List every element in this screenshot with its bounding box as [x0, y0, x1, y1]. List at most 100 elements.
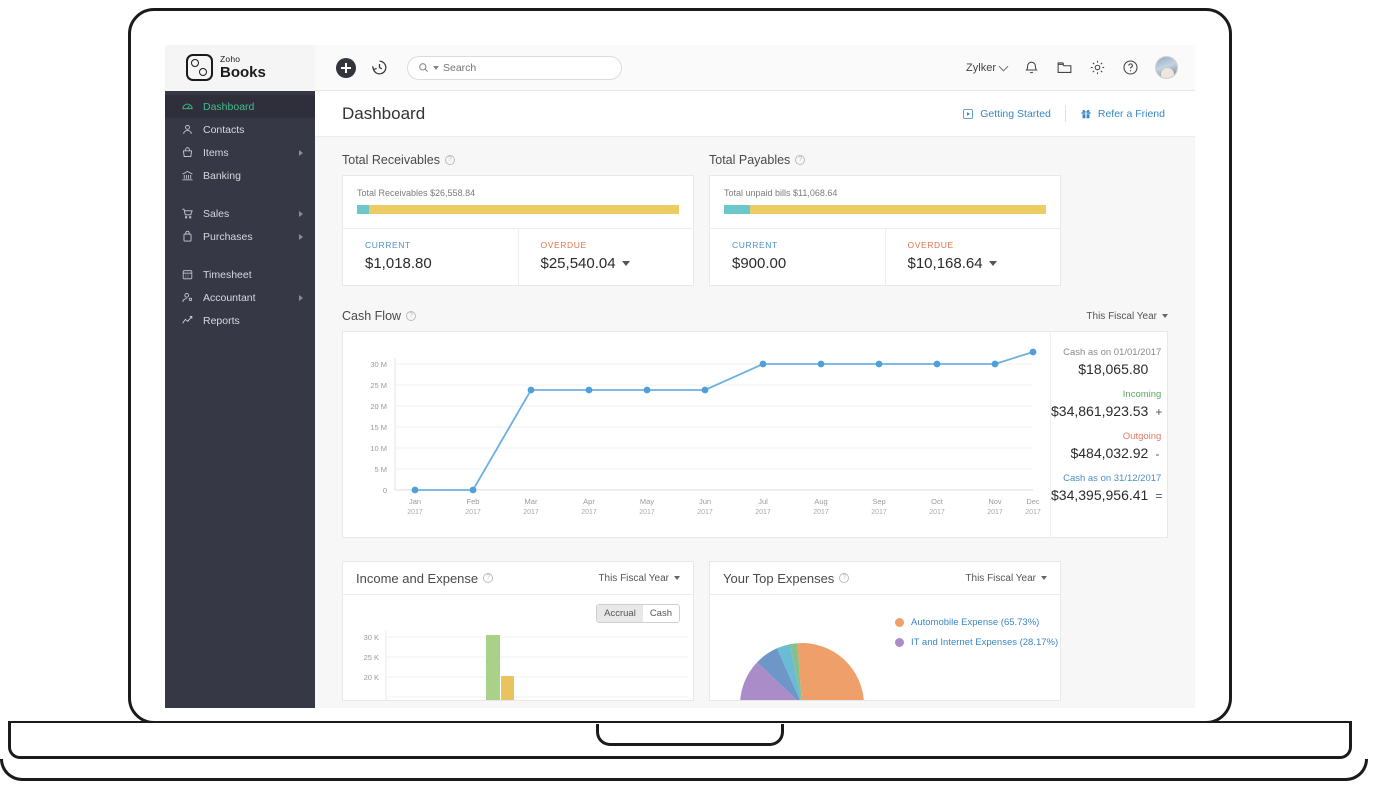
svg-text:2017: 2017 [755, 509, 771, 516]
income-expense-card: Income and Expense ? This Fiscal Year [342, 561, 694, 701]
notifications-bell-icon[interactable] [1023, 59, 1040, 76]
search-scope-chevron-down-icon[interactable] [433, 66, 439, 70]
reports-icon [181, 314, 194, 327]
svg-text:2017: 2017 [639, 509, 655, 516]
cashflow-closing-label: Cash as on 31/12/2017 [1051, 473, 1161, 484]
chevron-down-icon [999, 61, 1009, 71]
help-icon[interactable] [1122, 59, 1139, 76]
recent-activity-icon[interactable] [370, 58, 389, 77]
getting-started-link[interactable]: Getting Started [962, 108, 1051, 120]
help-tooltip-icon[interactable]: ? [445, 155, 455, 165]
sidebar-item-reports[interactable]: Reports [165, 309, 315, 332]
income-expense-period-selector[interactable]: This Fiscal Year [598, 573, 680, 584]
sidebar-item-sales[interactable]: Sales [165, 202, 315, 225]
legend-item[interactable]: IT and Internet Expenses (28.17%) [895, 637, 1058, 648]
sidebar-item-purchases[interactable]: Purchases [165, 225, 315, 248]
accountant-icon [181, 291, 194, 304]
total-payables-section: Total Payables ? Total unpaid bills $11,… [709, 153, 1061, 286]
user-avatar[interactable] [1155, 56, 1178, 79]
cashflow-opening-block: Cash as on 01/01/2017 $18,065.80 [1051, 347, 1161, 377]
chevron-right-icon [299, 234, 303, 240]
sidebar-item-contacts[interactable]: Contacts [165, 118, 315, 141]
cashflow-outgoing-value: $484,032.92 [1070, 445, 1148, 461]
sidebar-item-banking[interactable]: Banking [165, 164, 315, 187]
refer-a-friend-link[interactable]: Refer a Friend [1080, 108, 1165, 120]
dashboard-icon [181, 100, 194, 113]
help-tooltip-icon[interactable]: ? [839, 573, 849, 583]
screenshot-stage: Zoho Books Zylker [0, 0, 1377, 802]
receivables-overdue-value-row[interactable]: $25,540.04 [541, 255, 694, 272]
create-new-icon[interactable] [336, 58, 356, 78]
receivables-current-segment [357, 205, 369, 214]
organization-switcher[interactable]: Zylker [966, 62, 1007, 74]
svg-text:30 K: 30 K [364, 633, 379, 642]
chevron-right-icon [299, 295, 303, 301]
svg-text:2017: 2017 [407, 509, 423, 516]
app-screen: Zoho Books Zylker [165, 45, 1195, 708]
cashflow-title-row: Cash Flow ? [342, 309, 416, 323]
top-expenses-chart: Automobile Expense (65.73%) IT and Inter… [710, 595, 1060, 701]
svg-text:0: 0 [383, 486, 387, 495]
top-expenses-period-selector[interactable]: This Fiscal Year [965, 573, 1047, 584]
payables-overdue-label: OVERDUE [908, 240, 1061, 250]
search-input[interactable] [443, 62, 608, 74]
cashflow-outgoing-label: Outgoing [1051, 431, 1161, 442]
refer-a-friend-label: Refer a Friend [1098, 108, 1165, 120]
income-expense-chart: Accrual Cash [343, 595, 693, 701]
sidebar-item-timesheet[interactable]: Timesheet [165, 263, 315, 286]
payables-overdue-segment [750, 205, 1046, 214]
help-tooltip-icon[interactable]: ? [483, 573, 493, 583]
sales-cart-icon [181, 207, 194, 220]
cashflow-header: Cash Flow ? This Fiscal Year [342, 309, 1168, 323]
caret-down-icon[interactable] [989, 261, 997, 266]
payables-overdue-block: OVERDUE $10,168.64 [885, 229, 1061, 285]
svg-text:Jan: Jan [409, 497, 421, 506]
sidebar-item-dashboard[interactable]: Dashboard [165, 95, 315, 118]
legend-label: Automobile Expense (65.73%) [911, 617, 1039, 628]
caret-down-icon[interactable] [622, 261, 630, 266]
caret-down-icon [1162, 314, 1168, 318]
svg-text:2017: 2017 [465, 509, 481, 516]
svg-text:Mar: Mar [525, 497, 538, 506]
payables-card: Total unpaid bills $11,068.64 CURRENT $9… [709, 175, 1061, 286]
svg-text:May: May [640, 497, 654, 506]
help-tooltip-icon[interactable]: ? [406, 311, 416, 321]
svg-text:Nov: Nov [988, 497, 1002, 506]
payables-title: Total Payables [709, 153, 790, 167]
sidebar-divider [165, 187, 315, 202]
sidebar-label: Dashboard [203, 101, 254, 113]
cashflow-incoming-value: $34,861,923.53 [1051, 403, 1148, 419]
svg-text:Jul: Jul [758, 497, 768, 506]
svg-text:Feb: Feb [467, 497, 480, 506]
search-box[interactable] [407, 56, 622, 80]
summary-cards-row: Total Receivables ? Total Receivables $2… [342, 153, 1168, 286]
receivables-overdue-label: OVERDUE [541, 240, 694, 250]
caret-down-icon [1041, 576, 1047, 580]
sidebar-label: Contacts [203, 124, 244, 136]
receivables-card: Total Receivables $26,558.84 CURRENT $1,… [342, 175, 694, 286]
app-logo[interactable]: Zoho Books [165, 45, 315, 91]
cashflow-line-chart: 0 5 M 10 M 15 M 20 M 25 M 30 M [343, 332, 1050, 537]
cashflow-card: 0 5 M 10 M 15 M 20 M 25 M 30 M [342, 331, 1168, 538]
help-tooltip-icon[interactable]: ? [795, 155, 805, 165]
sidebar-divider [165, 248, 315, 263]
sidebar-item-accountant[interactable]: Accountant [165, 286, 315, 309]
sidebar-item-items[interactable]: Items [165, 141, 315, 164]
sidebar-label: Purchases [203, 231, 253, 243]
search-icon [418, 62, 429, 73]
svg-text:2017: 2017 [1025, 509, 1041, 516]
settings-gear-icon[interactable] [1089, 59, 1106, 76]
cashflow-period-selector[interactable]: This Fiscal Year [1086, 311, 1168, 322]
svg-text:2017: 2017 [871, 509, 887, 516]
svg-text:Jun: Jun [699, 497, 711, 506]
payables-overdue-value-row[interactable]: $10,168.64 [908, 255, 1061, 272]
svg-text:10 M: 10 M [370, 444, 387, 453]
receivables-overdue-block: OVERDUE $25,540.04 [518, 229, 694, 285]
chevron-right-icon [299, 211, 303, 217]
legend-item[interactable]: Automobile Expense (65.73%) [895, 617, 1058, 628]
svg-text:Aug: Aug [814, 497, 827, 506]
payables-bar-label: Total unpaid bills $11,068.64 [724, 188, 1046, 198]
header-divider [1065, 106, 1066, 122]
documents-folder-icon[interactable] [1056, 59, 1073, 76]
zoho-books-logo-icon [186, 54, 213, 81]
